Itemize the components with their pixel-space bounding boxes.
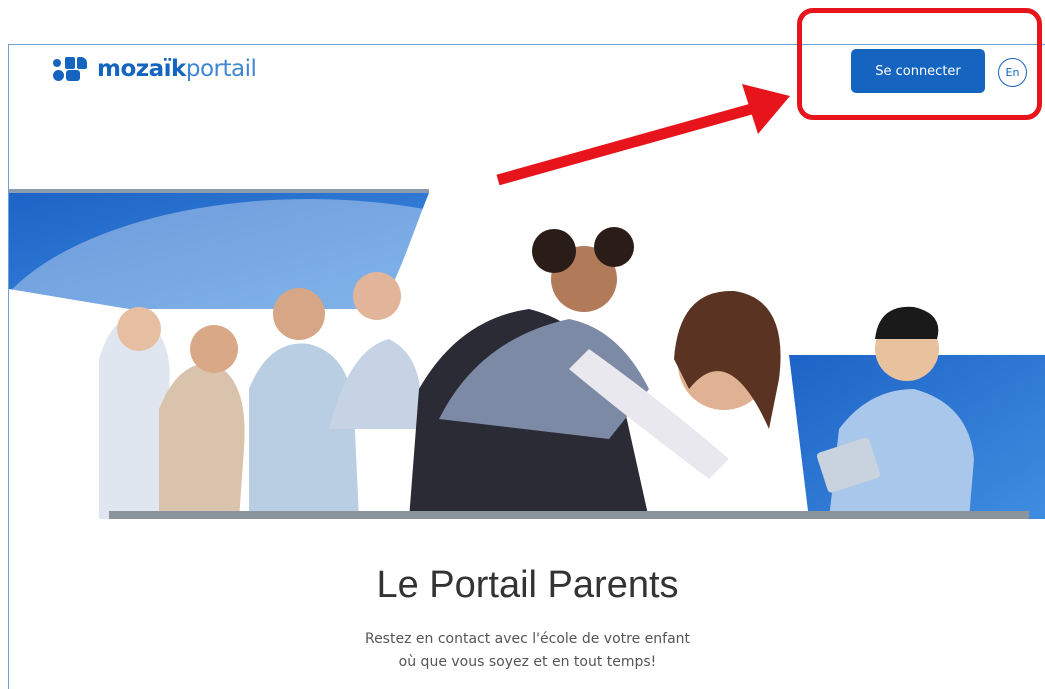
page-subtitle: Restez en contact avec l'école de votre …	[9, 628, 1045, 674]
annotation-highlight-box	[797, 8, 1042, 120]
page-title: Le Portail Parents	[376, 564, 679, 606]
annotation-arrow	[496, 84, 790, 186]
logo-text-light: portail	[185, 55, 257, 82]
logo-text: mozaïkportail	[97, 55, 257, 82]
logo-icon	[53, 57, 87, 81]
subtitle-line-1: Restez en contact avec l'école de votre …	[364, 631, 691, 647]
subtitle-line-2: où que vous soyez et en tout temps!	[398, 654, 657, 670]
mozaik-portail-logo[interactable]: mozaïkportail	[53, 55, 257, 82]
logo-text-bold: mozaïk	[97, 55, 186, 82]
hero-banner-image	[9, 189, 1045, 519]
